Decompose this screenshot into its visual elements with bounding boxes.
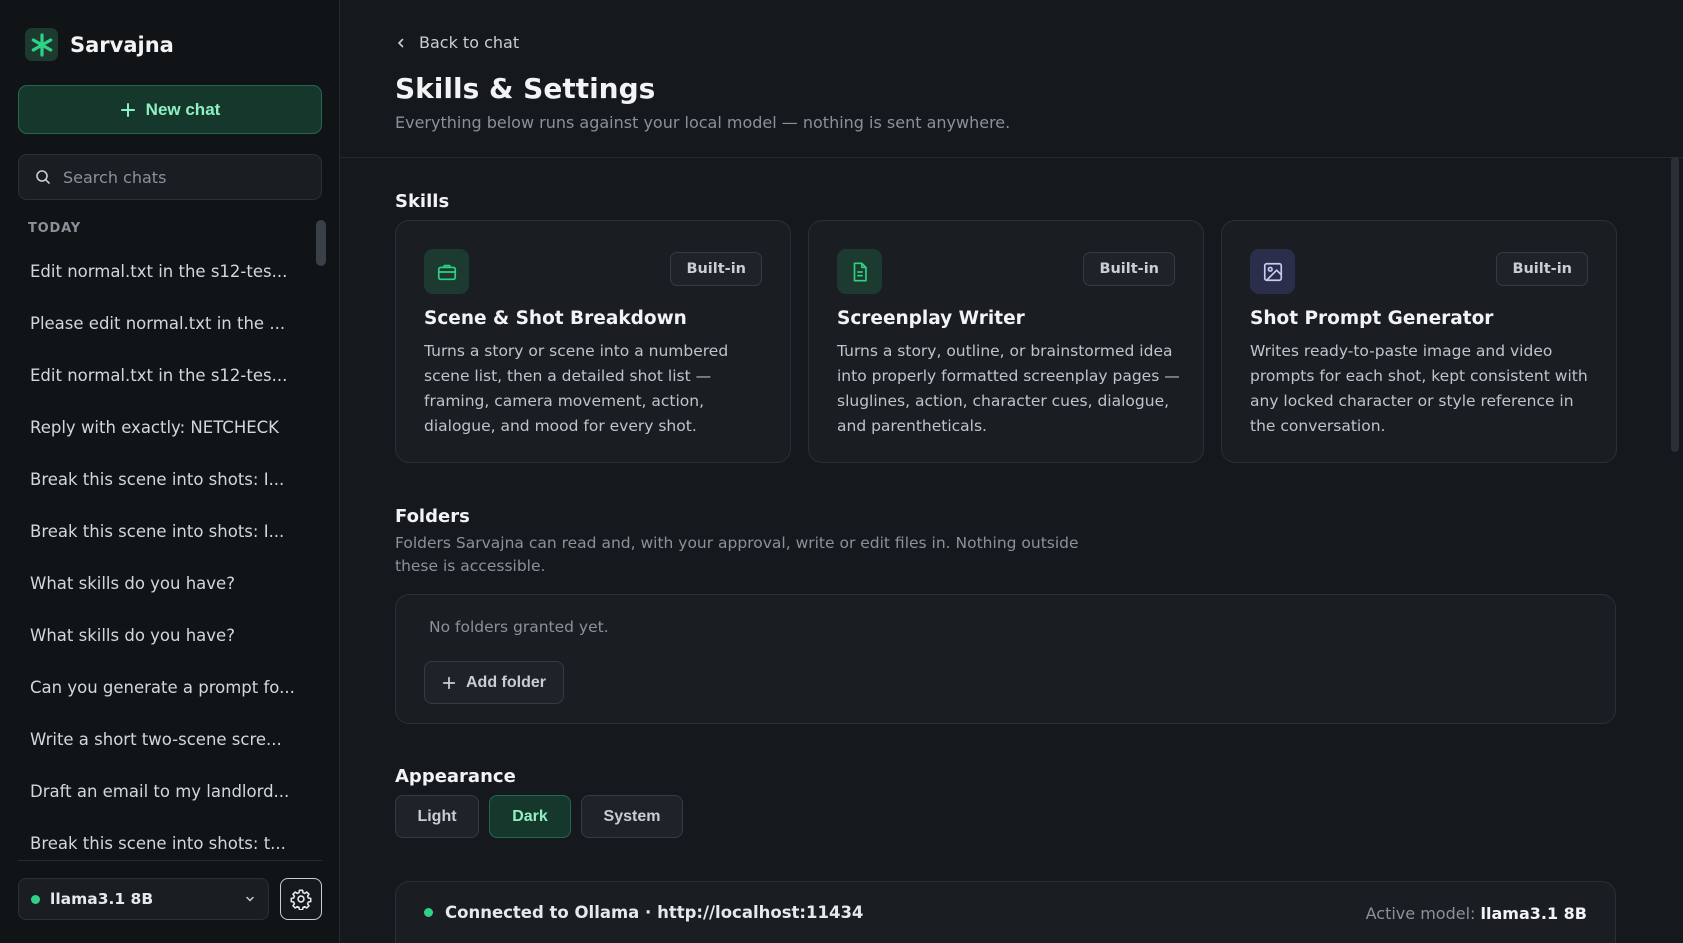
search-icon [36, 170, 50, 184]
add-folder-label: Add folder [466, 673, 546, 691]
sidebar-scrollbar[interactable] [316, 220, 326, 266]
back-to-chat-link[interactable]: Back to chat [395, 33, 519, 52]
appearance-heading: Appearance [395, 766, 516, 787]
chat-list-item[interactable]: Can you generate a prompt fo... [18, 661, 308, 713]
chat-list-item[interactable]: Edit normal.txt in the s12-tes... [18, 349, 308, 401]
connection-status-dot [424, 908, 433, 917]
appearance-dark-button[interactable]: Dark [489, 795, 571, 838]
gear-icon [290, 889, 312, 910]
skill-description: Turns a story or scene into a numbered s… [424, 342, 729, 435]
briefcase-icon [424, 249, 469, 294]
connection-status: Connected to Ollama · http://localhost:1… [424, 903, 863, 922]
back-to-chat-label: Back to chat [419, 33, 520, 52]
chat-list-item[interactable]: Write a short two-scene scre... [18, 713, 308, 765]
section-label-today: TODAY [28, 221, 81, 236]
skill-name: Screenplay Writer [837, 308, 1025, 329]
chat-list: Edit normal.txt in the s12-tes... Please… [18, 245, 308, 869]
built-in-badge: Built-in [1083, 252, 1175, 286]
skill-name: Shot Prompt Generator [1250, 308, 1494, 329]
chat-list-item[interactable]: Please edit normal.txt in the ... [18, 297, 308, 349]
chat-list-item[interactable]: What skills do you have? [18, 557, 308, 609]
skills-heading: Skills [395, 191, 450, 212]
chat-list-item[interactable]: Break this scene into shots: t... [18, 817, 308, 869]
status-dot [31, 894, 40, 904]
document-icon [837, 249, 882, 294]
main-panel: Back to chat Skills & Settings Everythin… [340, 0, 1683, 943]
brand-name: Sarvajna [70, 32, 174, 57]
settings-button[interactable] [280, 878, 322, 920]
model-select[interactable]: llama3.1 8B [18, 878, 269, 920]
chat-list-item[interactable]: What skills do you have? [18, 609, 308, 661]
skill-card-shot-prompt-generator[interactable]: Built-in Shot Prompt Generator Writes re… [1221, 220, 1617, 463]
page-subtitle: Everything below runs against your local… [395, 113, 1011, 132]
skill-description: Turns a story, outline, or brainstormed … [837, 342, 1180, 435]
sidebar-footer: llama3.1 8B [18, 860, 322, 920]
app: Sarvajna New chat TODAY Edit normal.txt … [0, 0, 1683, 943]
folders-empty-text: No folders granted yet. [429, 618, 609, 636]
page-title: Skills & Settings [395, 72, 656, 105]
new-chat-button[interactable]: New chat [18, 85, 322, 134]
skill-card-scene-shot-breakdown[interactable]: Built-in Scene & Shot Breakdown Turns a … [395, 220, 791, 463]
active-model-value: llama3.1 8B [1480, 904, 1587, 923]
connection-status-text: Connected to Ollama · http://localhost:1… [445, 903, 864, 922]
active-model-label: Active model: [1365, 904, 1476, 923]
appearance-light-button[interactable]: Light [395, 795, 479, 838]
skill-description: Writes ready-to-paste image and video pr… [1250, 342, 1588, 435]
main-scrollbar[interactable] [1671, 157, 1679, 452]
chat-list-item[interactable]: Break this scene into shots: I... [18, 505, 308, 557]
model-select-label: llama3.1 8B [50, 890, 154, 908]
skill-card-screenplay-writer[interactable]: Built-in Screenplay Writer Turns a story… [808, 220, 1204, 463]
skill-name: Scene & Shot Breakdown [424, 308, 687, 329]
folders-subtitle: Folders Sarvajna can read and, with your… [395, 534, 1079, 575]
built-in-badge: Built-in [1496, 252, 1588, 286]
appearance-system-button[interactable]: System [581, 795, 683, 838]
header-divider [340, 157, 1683, 158]
asterisk-logo-icon [25, 28, 58, 61]
folders-heading: Folders [395, 506, 470, 527]
plus-icon [442, 676, 456, 689]
chat-list-item[interactable]: Edit normal.txt in the s12-tes... [18, 245, 308, 297]
folders-panel: No folders granted yet. Add folder [395, 594, 1616, 724]
image-icon [1250, 249, 1295, 294]
chevron-left-icon [397, 38, 404, 47]
connection-status-panel: Connected to Ollama · http://localhost:1… [395, 881, 1616, 943]
chat-list-item[interactable]: Draft an email to my landlord... [18, 765, 308, 817]
plus-icon [120, 102, 135, 117]
search-box[interactable] [18, 154, 322, 200]
active-model: Active model: llama3.1 8B [1366, 904, 1587, 923]
new-chat-label: New chat [145, 99, 221, 119]
built-in-badge: Built-in [670, 252, 762, 286]
brand[interactable]: Sarvajna [25, 28, 174, 61]
chat-list-item[interactable]: Reply with exactly: NETCHECK [18, 401, 308, 453]
chat-list-item[interactable]: Break this scene into shots: I... [18, 453, 308, 505]
chevron-down-icon [246, 896, 254, 902]
search-input[interactable] [63, 167, 303, 187]
sidebar: Sarvajna New chat TODAY Edit normal.txt … [0, 0, 340, 943]
add-folder-button[interactable]: Add folder [424, 661, 564, 704]
